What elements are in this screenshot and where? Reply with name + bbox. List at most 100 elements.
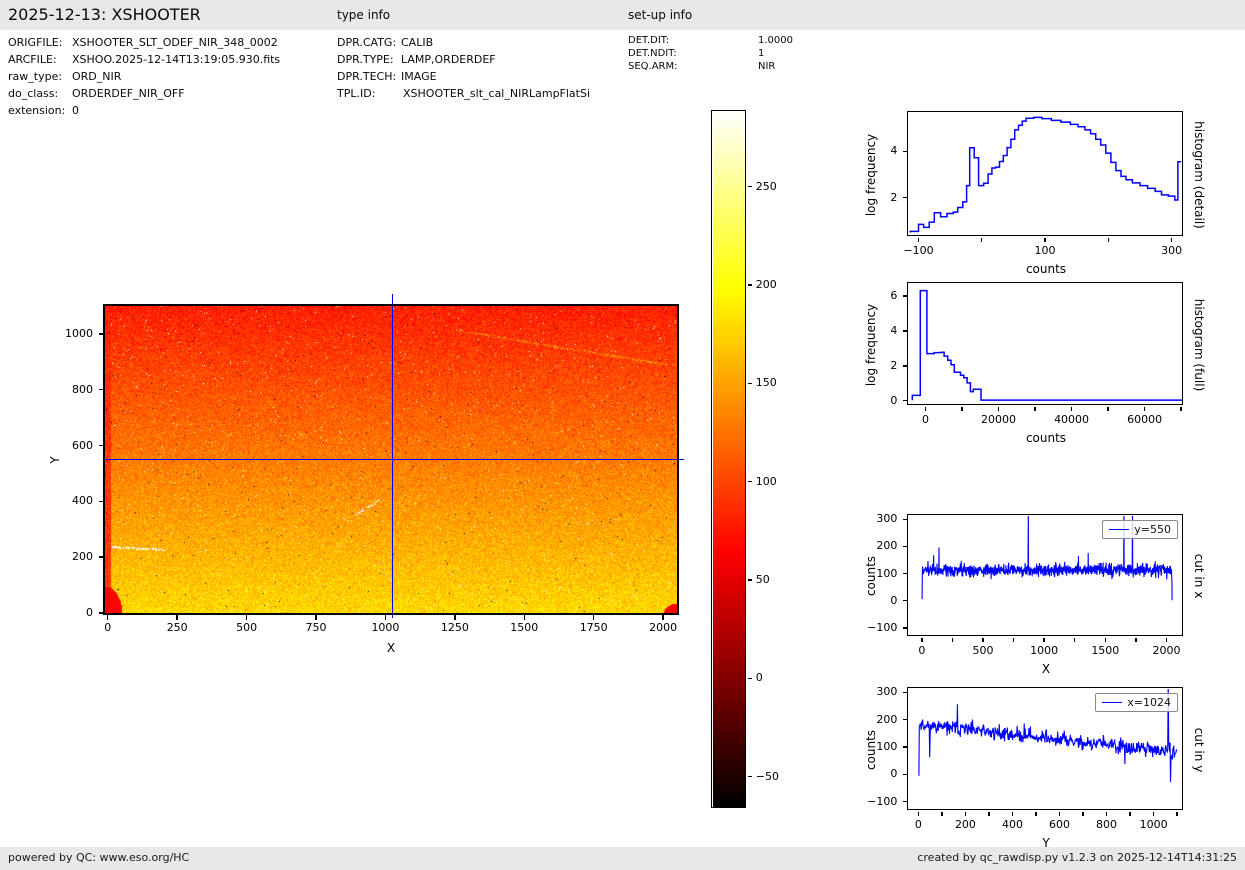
x-tick-label: 250 bbox=[147, 621, 207, 634]
y-tick-label: 0 bbox=[756, 671, 804, 684]
y-tick-mark bbox=[748, 481, 753, 482]
y-tick-label: 50 bbox=[756, 573, 804, 586]
x-tick-mark bbox=[1034, 407, 1035, 412]
y-axis-label: Y bbox=[48, 456, 62, 463]
x-tick-mark bbox=[1071, 407, 1072, 412]
y-tick-label: −100 bbox=[845, 621, 897, 634]
footer-powered-by: powered by QC: www.eso.org/HC bbox=[8, 851, 189, 864]
y-tick-mark bbox=[903, 719, 908, 720]
x-tick-mark bbox=[982, 638, 983, 643]
y-axis-label: counts bbox=[864, 729, 878, 769]
y-axis-label: counts bbox=[864, 556, 878, 596]
x-tick-mark bbox=[1129, 812, 1130, 817]
y-tick-mark bbox=[748, 383, 753, 384]
x-tick-mark bbox=[246, 615, 247, 620]
y-tick-label: 0 bbox=[41, 606, 93, 619]
x-tick-mark bbox=[1180, 407, 1181, 412]
right-axis-label: histogram (detail) bbox=[1192, 121, 1206, 229]
x-tick-label: 1750 bbox=[564, 621, 624, 634]
x-tick-mark bbox=[1043, 638, 1044, 643]
x-tick-mark bbox=[1107, 407, 1108, 412]
y-tick-mark bbox=[903, 746, 908, 747]
y-tick-mark bbox=[99, 612, 104, 613]
y-tick-mark bbox=[903, 330, 908, 331]
x-tick-mark bbox=[1176, 812, 1177, 817]
y-tick-label: 200 bbox=[756, 278, 804, 291]
x-tick-mark bbox=[385, 615, 386, 620]
right-axis-label: histogram (full) bbox=[1192, 298, 1206, 391]
x-tick-mark bbox=[1153, 812, 1154, 817]
y-tick-mark bbox=[748, 776, 753, 777]
y-tick-label: 400 bbox=[41, 494, 93, 507]
x-tick-label: 60000 bbox=[1115, 413, 1175, 426]
x-tick-mark bbox=[1044, 238, 1045, 243]
y-tick-label: 6 bbox=[845, 289, 897, 302]
y-axis-label: log frequency bbox=[864, 303, 878, 385]
x-axis-label: counts bbox=[909, 262, 1183, 276]
y-tick-mark bbox=[99, 501, 104, 502]
x-tick-label: 1000 bbox=[1014, 644, 1074, 657]
x-tick-mark bbox=[1013, 638, 1014, 643]
x-tick-label: 2000 bbox=[633, 621, 693, 634]
right-axis-label: cut in y bbox=[1192, 727, 1206, 772]
axes-frame bbox=[103, 304, 679, 615]
y-tick-mark bbox=[903, 519, 908, 520]
x-tick-mark bbox=[1144, 407, 1145, 412]
x-tick-mark bbox=[662, 615, 663, 620]
y-tick-label: 300 bbox=[845, 685, 897, 698]
x-tick-mark bbox=[925, 407, 926, 412]
x-tick-mark bbox=[981, 238, 982, 243]
qc-report-page: 2025-12-13: XSHOOTER type info set-up in… bbox=[0, 0, 1245, 870]
y-tick-label: 100 bbox=[756, 475, 804, 488]
x-tick-mark bbox=[524, 615, 525, 620]
y-tick-mark bbox=[903, 692, 908, 693]
x-tick-mark bbox=[965, 812, 966, 817]
y-tick-mark bbox=[903, 573, 908, 574]
legend-line-sample bbox=[1102, 702, 1122, 703]
x-tick-mark bbox=[952, 638, 953, 643]
y-tick-label: 150 bbox=[756, 376, 804, 389]
y-tick-mark bbox=[748, 186, 753, 187]
x-tick-label: 1500 bbox=[494, 621, 554, 634]
y-tick-mark bbox=[748, 678, 753, 679]
legend-label: x=1024 bbox=[1127, 696, 1171, 709]
axes-frame bbox=[907, 111, 1183, 236]
x-tick-label: 2000 bbox=[1136, 644, 1196, 657]
x-tick-mark bbox=[1135, 638, 1136, 643]
x-tick-mark bbox=[1166, 638, 1167, 643]
x-tick-mark bbox=[107, 615, 108, 620]
x-tick-mark bbox=[918, 238, 919, 243]
y-tick-mark bbox=[903, 546, 908, 547]
x-tick-label: 100 bbox=[1015, 244, 1075, 257]
y-tick-label: 200 bbox=[845, 713, 897, 726]
y-tick-mark bbox=[903, 627, 908, 628]
y-tick-label: 0 bbox=[845, 394, 897, 407]
y-tick-mark bbox=[99, 333, 104, 334]
x-tick-label: 1000 bbox=[1124, 818, 1184, 831]
x-tick-mark bbox=[1108, 238, 1109, 243]
y-tick-label: 600 bbox=[41, 439, 93, 452]
y-tick-mark bbox=[99, 445, 104, 446]
y-tick-mark bbox=[903, 801, 908, 802]
x-tick-mark bbox=[941, 812, 942, 817]
x-tick-label: 0 bbox=[78, 621, 138, 634]
x-tick-mark bbox=[1171, 238, 1172, 243]
x-tick-label: −100 bbox=[888, 244, 948, 257]
legend-line-sample bbox=[1109, 529, 1129, 530]
x-tick-mark bbox=[1012, 812, 1013, 817]
x-tick-mark bbox=[454, 615, 455, 620]
y-tick-label: −50 bbox=[756, 770, 804, 783]
y-tick-mark bbox=[903, 365, 908, 366]
legend: x=1024 bbox=[1095, 693, 1178, 712]
x-tick-mark bbox=[961, 407, 962, 412]
legend-label: y=550 bbox=[1134, 523, 1171, 536]
y-tick-label: 800 bbox=[41, 383, 93, 396]
x-tick-mark bbox=[998, 407, 999, 412]
y-tick-mark bbox=[903, 151, 908, 152]
y-tick-mark bbox=[903, 295, 908, 296]
axes-frame bbox=[907, 282, 1183, 405]
x-tick-label: 300 bbox=[1142, 244, 1202, 257]
figure-area: 0250500750100012501500175020000200400600… bbox=[0, 0, 1245, 870]
legend: y=550 bbox=[1102, 520, 1178, 539]
x-tick-mark bbox=[593, 615, 594, 620]
